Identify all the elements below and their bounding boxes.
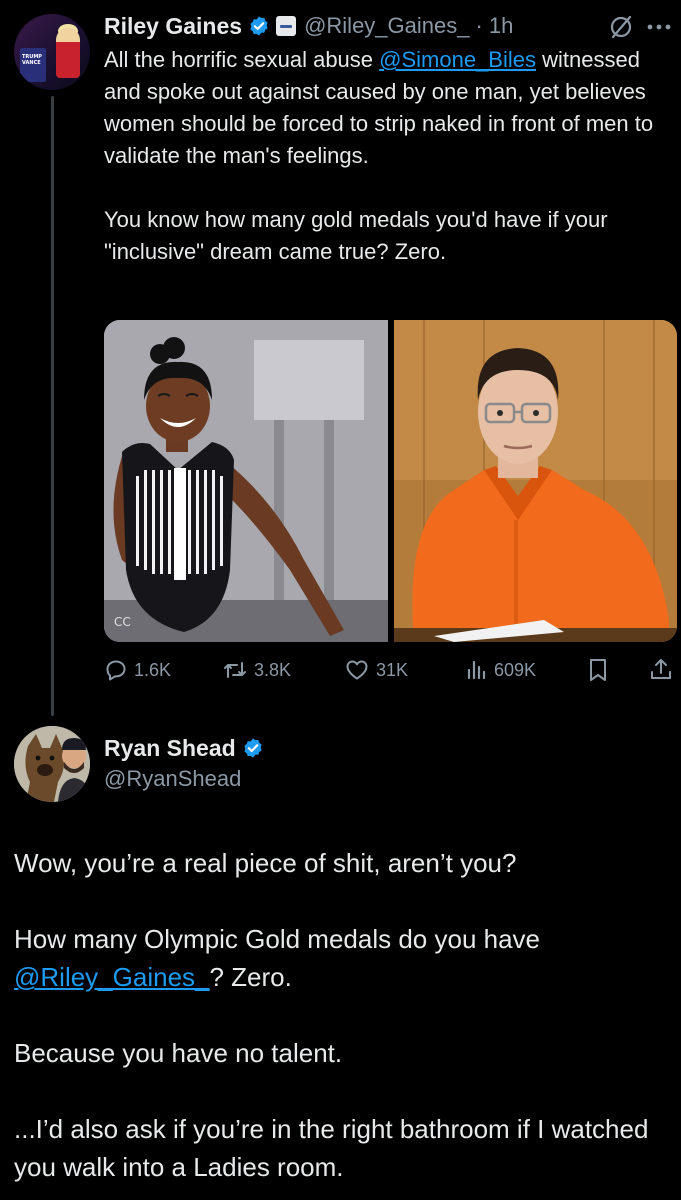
text-span: All the horrific sexual abuse bbox=[104, 47, 380, 72]
thread-line bbox=[51, 96, 54, 716]
tweet-header: Riley Gaines @Riley_Gaines_ · 1h bbox=[104, 10, 513, 42]
verified-badge-icon bbox=[244, 738, 262, 758]
grok-icon[interactable] bbox=[608, 14, 634, 40]
avatar-person bbox=[56, 28, 80, 78]
courtroom-illustration bbox=[394, 320, 677, 642]
text-span: How many Olympic Gold medals do you have bbox=[14, 924, 541, 954]
reply-button[interactable]: 1.6K bbox=[104, 652, 171, 688]
reply-avatar[interactable] bbox=[14, 726, 90, 802]
reply-line-1: Wow, you’re a real piece of shit, aren’t… bbox=[14, 848, 517, 878]
like-count: 31K bbox=[376, 659, 409, 680]
bookmark-button[interactable] bbox=[586, 652, 616, 688]
author-handle[interactable]: @Riley_Gaines_ bbox=[304, 13, 469, 39]
reply-count: 1.6K bbox=[134, 659, 172, 680]
reply-author-name[interactable]: Ryan Shead bbox=[104, 735, 236, 762]
reply-header: Ryan Shead bbox=[104, 732, 264, 764]
reply-author-handle[interactable]: @RyanShead bbox=[104, 766, 241, 792]
separator-dot: · bbox=[475, 13, 483, 38]
text-span: ? Zero. bbox=[209, 962, 292, 992]
reply-avatar-illustration bbox=[14, 726, 90, 802]
tweet-paragraph-2: You know how many gold medals you'd have… bbox=[104, 207, 608, 264]
more-icon[interactable] bbox=[644, 14, 674, 40]
bookmark-icon bbox=[590, 659, 606, 681]
tweet-media[interactable]: CC bbox=[104, 320, 677, 642]
avatar[interactable]: TRUMP VANCE bbox=[14, 14, 90, 90]
reply-line-4: ...I’d also ask if you’re in the right b… bbox=[14, 1114, 649, 1182]
author-name[interactable]: Riley Gaines bbox=[104, 13, 242, 40]
timestamp[interactable]: 1h bbox=[489, 13, 513, 39]
org-badge-icon[interactable] bbox=[276, 16, 297, 36]
reply-icon bbox=[106, 660, 126, 681]
reply-line-2: How many Olympic Gold medals do you have… bbox=[14, 920, 664, 996]
reply-text: Wow, you’re a real piece of shit, aren’t… bbox=[14, 844, 664, 1186]
verified-badge-icon bbox=[250, 16, 268, 36]
podium-sign-text: TRUMP VANCE bbox=[22, 54, 42, 66]
mention-link[interactable]: @Simone_Biles bbox=[379, 47, 536, 72]
views-icon bbox=[467, 660, 486, 680]
share-button[interactable] bbox=[648, 652, 680, 688]
like-icon bbox=[346, 660, 368, 680]
athlete-illustration: CC bbox=[104, 320, 388, 642]
views-button[interactable]: 609K bbox=[464, 652, 536, 688]
like-button[interactable]: 31K bbox=[344, 652, 408, 688]
views-count: 609K bbox=[494, 659, 537, 680]
media-watermark: CC bbox=[114, 615, 131, 629]
tweet-paragraph-1: All the horrific sexual abuse @Simone_Bi… bbox=[104, 44, 664, 172]
share-icon bbox=[651, 659, 671, 679]
media-image-courtroom[interactable] bbox=[394, 320, 677, 642]
mention-link[interactable]: @Riley_Gaines_ bbox=[14, 962, 209, 992]
tweet-text: All the horrific sexual abuse @Simone_Bi… bbox=[104, 44, 664, 268]
media-image-athlete[interactable]: CC bbox=[104, 320, 388, 642]
engagement-bar: 1.6K 3.8K 31K 609K bbox=[104, 652, 677, 688]
repost-count: 3.8K bbox=[254, 659, 292, 680]
tweet-riley-gaines: TRUMP VANCE Riley Gaines @Riley_Gaines_ … bbox=[0, 0, 681, 716]
repost-icon bbox=[224, 662, 246, 678]
reply-line-3: Because you have no talent. bbox=[14, 1038, 343, 1068]
repost-button[interactable]: 3.8K bbox=[222, 652, 291, 688]
